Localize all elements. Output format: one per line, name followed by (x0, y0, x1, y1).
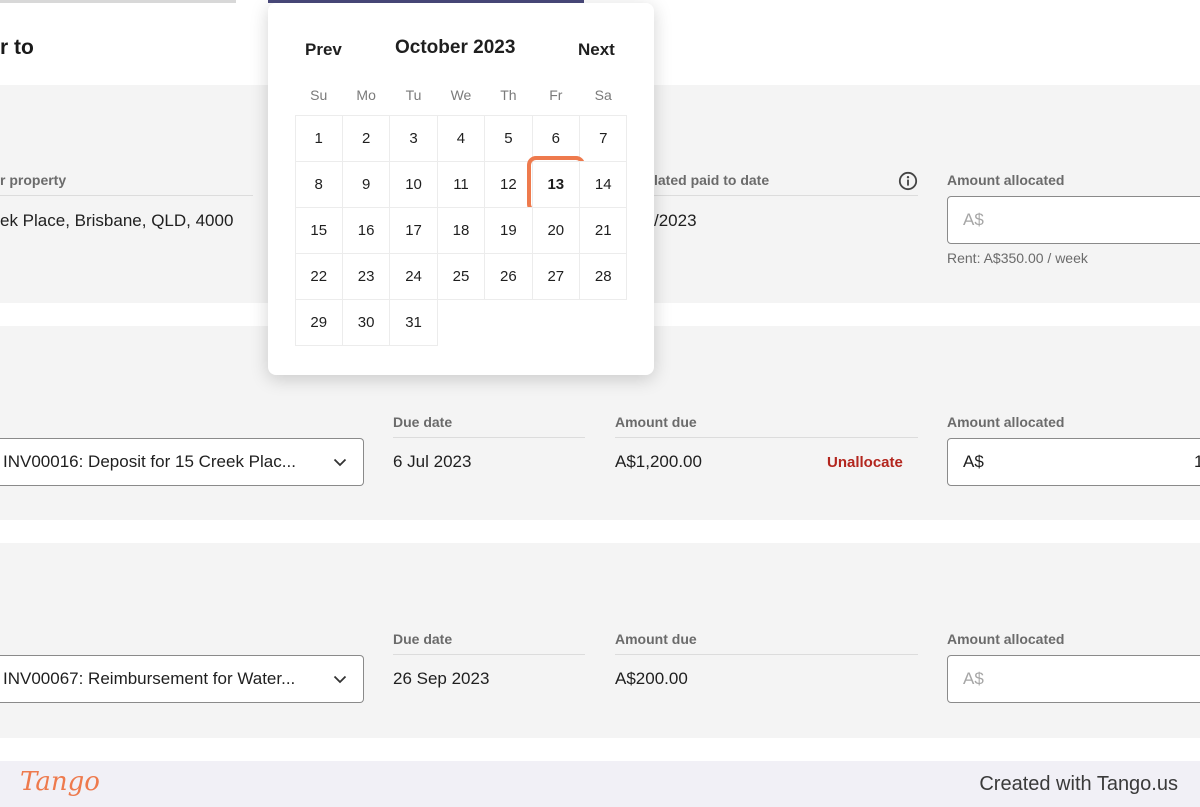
amount-placeholder: A$ (963, 669, 984, 688)
amount-allocated-label: Amount allocated (947, 172, 1065, 188)
calendar-day[interactable]: 11 (436, 160, 486, 208)
amount-allocated-label: Amount allocated (947, 631, 1065, 647)
calendar-day[interactable]: 20 (531, 206, 581, 254)
calendar-day[interactable]: 26 (484, 252, 533, 300)
invoice-select-text: INV00016: Deposit for 15 Creek Plac... (3, 452, 296, 471)
weekday-label: Sa (594, 87, 612, 103)
invoice-select-2[interactable]: INV00067: Reimbursement for Water... (0, 655, 364, 703)
amount-due-label: Amount due (615, 631, 918, 655)
invoice-amount-input-2[interactable]: A$ (947, 655, 1200, 703)
invoice-select-text: INV00067: Reimbursement for Water... (3, 669, 296, 688)
calendar-day[interactable]: 4 (436, 114, 486, 162)
unallocate-link[interactable]: Unallocate (827, 454, 903, 471)
calendar-day-selected[interactable]: 13 (526, 155, 586, 213)
weekday-label: Th (500, 87, 517, 103)
rent-amount-input[interactable]: A$ (947, 196, 1200, 244)
calendar-day[interactable]: 27 (531, 252, 581, 300)
calendar-day[interactable]: 18 (436, 206, 486, 254)
calendar-day[interactable]: 19 (484, 206, 533, 254)
page-title: r to (0, 36, 34, 59)
next-month-button[interactable]: Next (578, 40, 615, 60)
calendar-day[interactable]: 5 (484, 114, 533, 162)
calendar-day[interactable]: 17 (389, 206, 438, 254)
calendar-day[interactable]: 9 (341, 160, 391, 208)
rent-hint: Rent: A$350.00 / week (947, 250, 1088, 266)
amount-value: A$ (963, 452, 984, 471)
info-icon[interactable] (898, 171, 918, 191)
calendar-day[interactable]: 28 (579, 252, 628, 300)
calendar-day[interactable]: 30 (341, 298, 391, 346)
property-label: r property (0, 172, 253, 196)
calendar-day[interactable]: 31 (389, 298, 438, 346)
calendar-day[interactable]: 15 (294, 206, 343, 254)
due-date-value: 6 Jul 2023 (393, 452, 472, 471)
amount-due-label: Amount due (615, 414, 918, 438)
date-picker-popup: Prev October 2023 Next Su Mo Tu We Th Fr Sa 12… (268, 3, 654, 375)
prev-month-button[interactable]: Prev (305, 40, 342, 60)
calendar-day[interactable]: 10 (389, 160, 438, 208)
calendar-day[interactable]: 29 (294, 298, 343, 346)
weekday-label: Fr (549, 87, 563, 103)
weekday-label: Su (310, 87, 328, 103)
property-value: ek Place, Brisbane, QLD, 4000 (0, 211, 234, 230)
calendar-day[interactable]: 16 (341, 206, 391, 254)
calendar-day[interactable]: 7 (579, 114, 628, 162)
month-label: October 2023 (395, 37, 516, 58)
amount-due-value: A$200.00 (615, 669, 688, 688)
tango-logo[interactable]: Tango (20, 767, 100, 797)
calendar-day[interactable]: 3 (389, 114, 438, 162)
paid-to-date-value: /2023 (654, 211, 697, 230)
calendar-day[interactable]: 21 (579, 206, 628, 254)
calendar-day[interactable]: 1 (294, 114, 343, 162)
due-date-label: Due date (393, 631, 585, 655)
calendar-day[interactable]: 25 (436, 252, 486, 300)
due-date-value: 26 Sep 2023 (393, 669, 490, 688)
invoice-select-1[interactable]: INV00016: Deposit for 15 Creek Plac... (0, 438, 364, 486)
due-date-label: Due date (393, 414, 585, 438)
weekday-label: Mo (356, 87, 376, 103)
section-gap (0, 520, 1200, 543)
paid-to-date-label: lated paid to date (654, 172, 918, 196)
calendar-day[interactable]: 12 (484, 160, 533, 208)
chevron-down-icon (317, 458, 363, 467)
created-with-text: Created with Tango.us (979, 773, 1178, 795)
calendar-day[interactable]: 24 (389, 252, 438, 300)
amount-value-digit: 1 (1194, 452, 1200, 471)
calendar-day[interactable]: 2 (341, 114, 391, 162)
amount-due-value: A$1,200.00 (615, 452, 702, 471)
amount-allocated-label: Amount allocated (947, 414, 1065, 430)
day-grid: 1 2 3 4 5 6 7 8 9 10 11 12 13 14 15 16 17 18 19 20 21 22 23 24 2… (294, 114, 628, 346)
top-divider-left (0, 0, 236, 3)
calendar-day[interactable]: 6 (531, 114, 581, 162)
amount-placeholder: A$ (963, 210, 984, 229)
calendar-day[interactable]: 8 (294, 160, 343, 208)
weekday-label: We (450, 87, 472, 103)
invoice-amount-input-1[interactable]: A$ 1 (947, 438, 1200, 486)
calendar-day[interactable]: 23 (341, 252, 391, 300)
footer-bar: Tango Created with Tango.us (0, 761, 1200, 807)
calendar-day[interactable]: 22 (294, 252, 343, 300)
section-gap (0, 738, 1200, 761)
weekday-label: Tu (405, 87, 422, 103)
calendar-day[interactable]: 14 (579, 160, 628, 208)
chevron-down-icon (317, 675, 363, 684)
weekday-header: Su Mo Tu We Th Fr Sa (295, 87, 627, 107)
